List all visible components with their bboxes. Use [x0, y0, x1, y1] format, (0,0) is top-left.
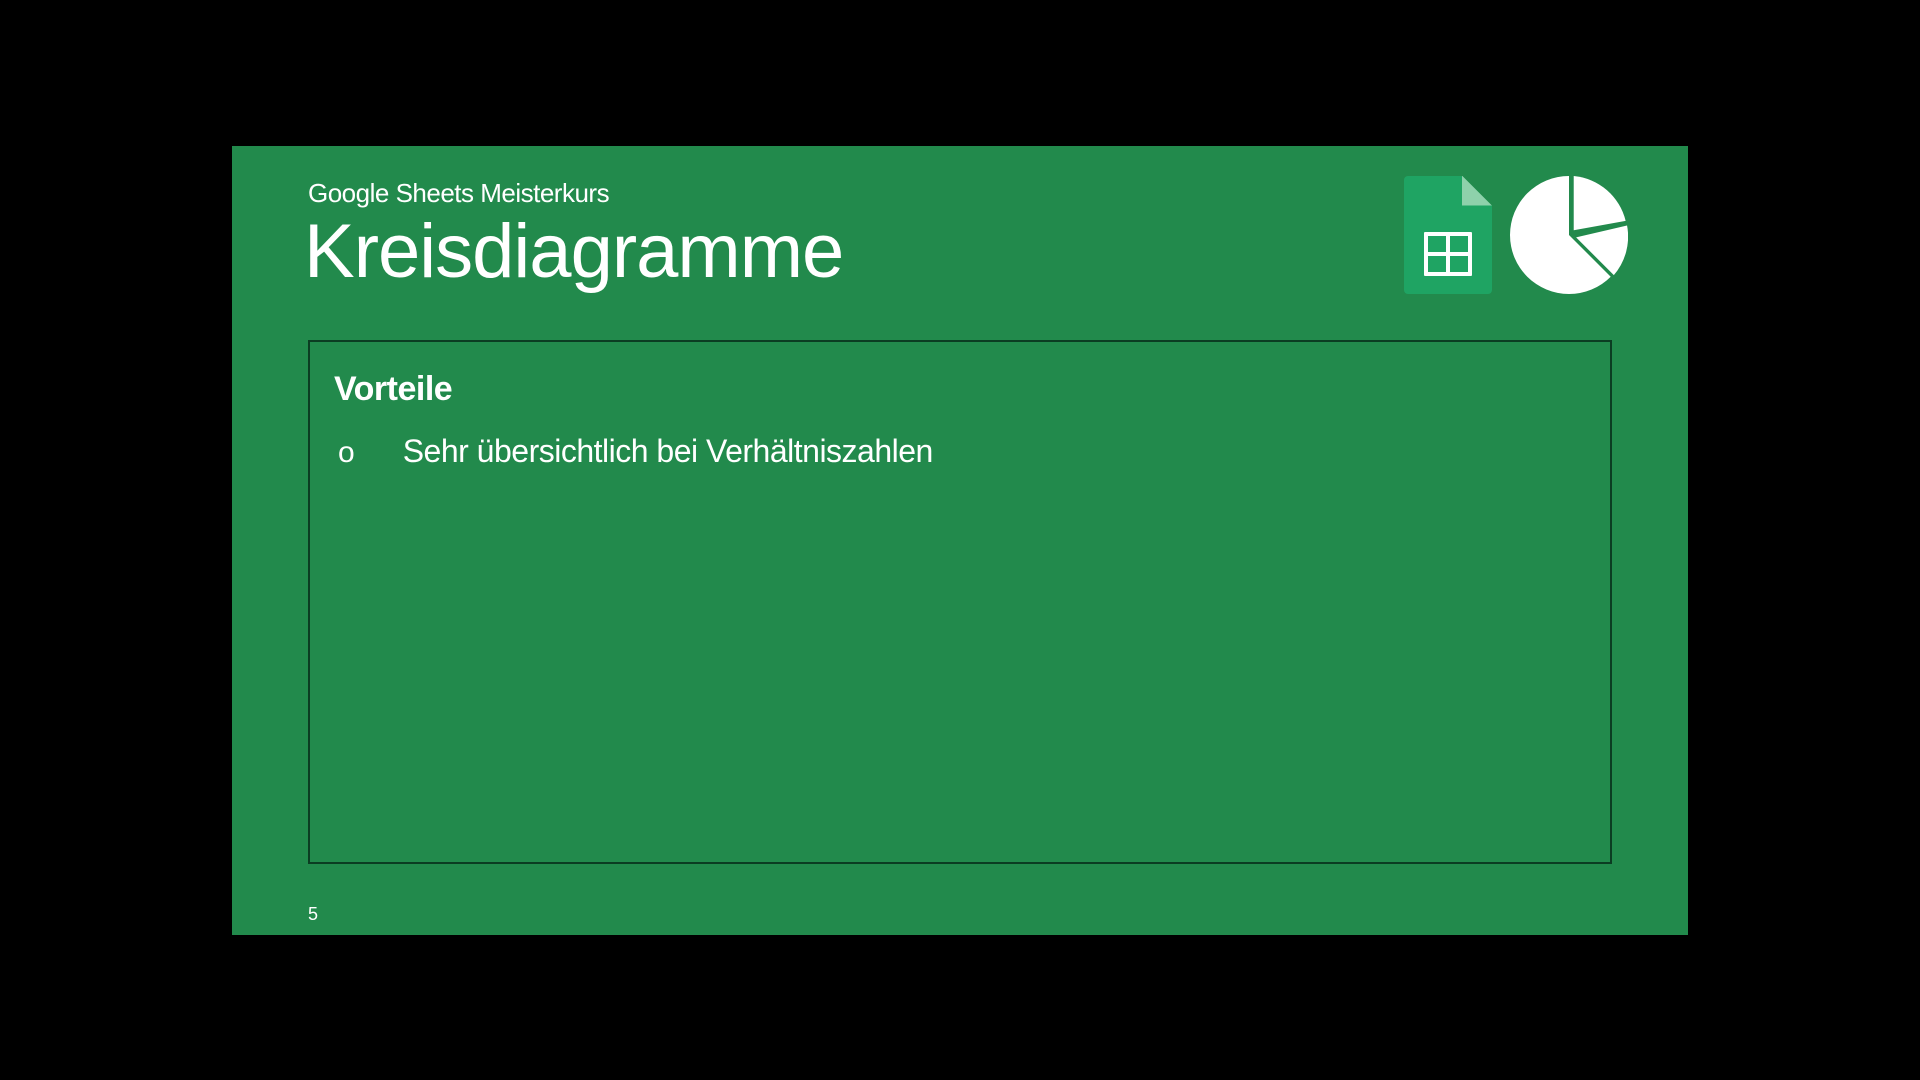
list-item: o Sehr übersichtlich bei Verhältniszahle… [334, 433, 1586, 470]
google-sheets-icon [1404, 176, 1492, 294]
bullet-marker: o [338, 438, 355, 468]
content-box: Vorteile o Sehr übersichtlich bei Verhäl… [308, 340, 1612, 864]
header-icons [1404, 176, 1628, 294]
page-number: 5 [308, 904, 318, 925]
section-heading: Vorteile [334, 370, 1586, 409]
page-title: Kreisdiagramme [304, 210, 843, 294]
slide: Google Sheets Meisterkurs Kreisdiagramme… [232, 146, 1688, 935]
bullet-text: Sehr übersichtlich bei Verhältniszahlen [403, 433, 933, 470]
pie-chart-icon [1510, 176, 1628, 294]
course-subtitle: Google Sheets Meisterkurs [308, 178, 609, 209]
